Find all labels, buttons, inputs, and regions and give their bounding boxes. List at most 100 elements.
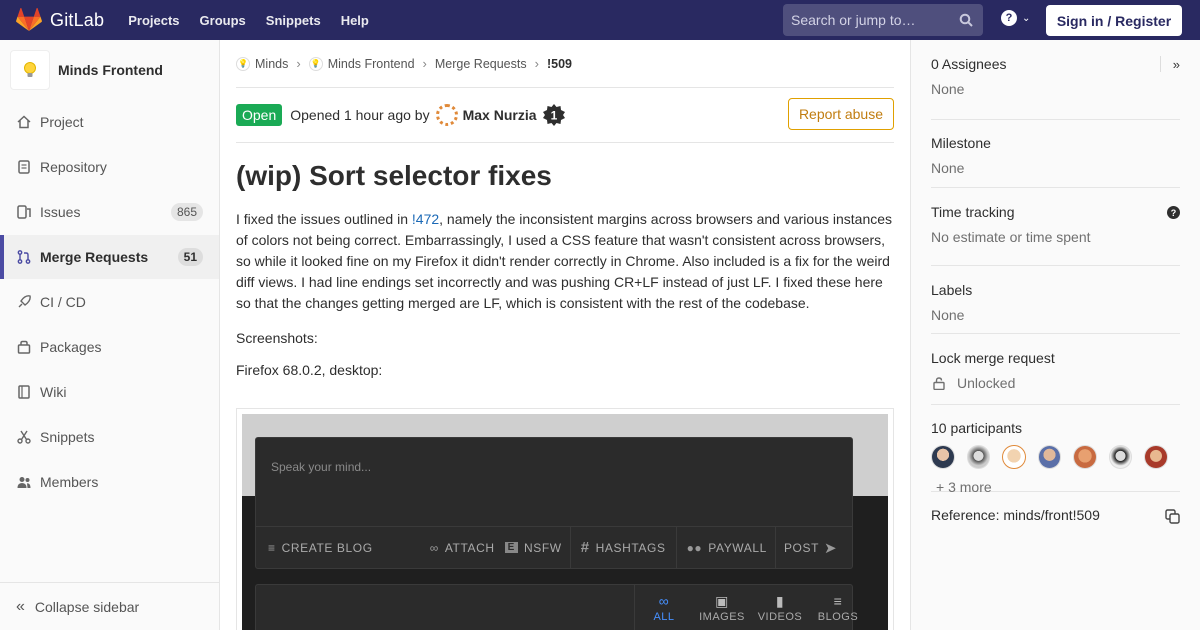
sidebar-item-merge-requests[interactable]: Merge Requests 51 xyxy=(0,235,219,279)
participants-avatars xyxy=(931,445,1180,469)
infinity-icon: ∞ xyxy=(658,593,670,609)
toolbar-divider xyxy=(569,526,571,569)
status-badge: Open xyxy=(236,104,283,126)
search-placeholder: Search or jump to… xyxy=(791,12,916,28)
toolbar-create-blog: ≡ CREATE BLOG xyxy=(268,541,373,555)
toolbar-attach: ∞ ATTACH xyxy=(430,541,495,555)
firefox-label: Firefox 68.0.2, desktop: xyxy=(236,362,383,378)
app-name: GitLab xyxy=(50,9,105,30)
screenshot-composer: Speak your mind... ≡ CREATE BLOG ∞ ATTACH … xyxy=(255,437,853,569)
image-icon: ▣ xyxy=(715,593,729,609)
package-icon xyxy=(16,339,32,355)
project-name: Minds Frontend xyxy=(58,62,163,78)
sidebar-item-label: Packages xyxy=(40,339,102,355)
chevron-right-icon: › xyxy=(534,56,539,71)
search-input[interactable]: Search or jump to… xyxy=(783,4,983,36)
author-avatar[interactable] xyxy=(435,104,458,126)
screenshot-image: Speak your mind... ≡ CREATE BLOG ∞ ATTACH … xyxy=(242,414,888,630)
rocket-icon xyxy=(16,294,32,310)
mr-reference-link[interactable]: !472 xyxy=(412,211,439,227)
question-icon[interactable]: ? xyxy=(1167,206,1180,219)
sidebar-item-wiki[interactable]: Wiki xyxy=(0,370,219,414)
participant-avatar[interactable] xyxy=(1108,445,1133,469)
breadcrumb-item-merge-requests[interactable]: Merge Requests xyxy=(435,57,527,71)
merge-request-icon xyxy=(16,249,32,265)
sidebar-item-project[interactable]: Project xyxy=(0,100,219,144)
project-header[interactable]: Minds Frontend xyxy=(0,40,219,100)
time-tracking-block: Time tracking No estimate or time spent … xyxy=(931,188,1180,266)
lock-status: Unlocked xyxy=(931,375,1180,391)
sidebar-item-repository[interactable]: Repository xyxy=(0,145,219,189)
labels-title: Labels xyxy=(931,282,973,298)
toolbar-paywall: ●● PAYWALL xyxy=(687,541,767,555)
collapse-sidebar-label: Collapse sidebar xyxy=(34,598,140,615)
participant-avatar[interactable] xyxy=(1002,445,1026,469)
feed-tab-label: IMAGES xyxy=(699,611,745,623)
nav-help[interactable]: Help xyxy=(341,13,369,28)
embedded-screenshot[interactable]: Speak your mind... ≡ CREATE BLOG ∞ ATTACH … xyxy=(236,408,894,630)
signin-register-button[interactable]: Sign in / Register xyxy=(1046,5,1182,36)
toolbar-label: ATTACH xyxy=(444,540,495,555)
feed-tab-label: BLOGS xyxy=(817,611,859,623)
gitlab-logo[interactable]: GitLab xyxy=(16,0,128,40)
breadcrumb-item-project[interactable]: 💡 Minds Frontend xyxy=(308,56,415,71)
labels-value: None xyxy=(931,307,965,323)
link-icon: ∞ xyxy=(429,540,439,555)
lightbulb-icon xyxy=(24,62,36,77)
sidebar-item-label: Members xyxy=(40,474,99,490)
top-navbar: GitLab Projects Groups Snippets Help Sea… xyxy=(0,0,1200,40)
help-dropdown[interactable]: ? ⌄ xyxy=(1001,10,1030,26)
copy-icon[interactable] xyxy=(1165,509,1180,524)
tanuki-logo-icon xyxy=(16,8,42,31)
sidebar-item-ci-cd[interactable]: CI / CD xyxy=(0,280,219,324)
page-title: (wip) Sort selector fixes xyxy=(236,160,552,191)
reference-text: Reference: minds/front!509 xyxy=(931,507,1100,523)
collapse-sidebar-button[interactable]: « Collapse sidebar xyxy=(0,582,219,630)
sidebar-item-members[interactable]: Members xyxy=(0,460,219,504)
breadcrumb-item-current[interactable]: !509 xyxy=(547,57,572,71)
feed-tab-label: VIDEOS xyxy=(757,611,803,623)
participant-avatar[interactable] xyxy=(1037,445,1062,469)
breadcrumb-item-minds[interactable]: 💡 Minds xyxy=(236,56,288,71)
sidebar-item-issues[interactable]: Issues 865 xyxy=(0,190,219,234)
participant-avatar[interactable] xyxy=(966,445,991,469)
lock-block: Lock merge request Unlocked xyxy=(931,334,1180,405)
feed-tab-label: ALL xyxy=(653,611,675,623)
people-icon: ●● xyxy=(686,540,703,555)
merge-requests-count-badge: 51 xyxy=(177,248,203,266)
reference-block: Reference: minds/front!509 xyxy=(931,492,1180,544)
author-name[interactable]: Max Nurzia xyxy=(463,107,537,123)
nav-snippets[interactable]: Snippets xyxy=(266,13,321,28)
participant-avatar[interactable] xyxy=(931,445,955,469)
feed-tab-all: ∞ ALL xyxy=(638,585,690,630)
sidebar-item-snippets[interactable]: Snippets xyxy=(0,415,219,459)
report-abuse-button[interactable]: Report abuse xyxy=(787,98,894,130)
toolbar-label: NSFW xyxy=(523,540,562,555)
group-avatar-icon: 💡 xyxy=(236,56,250,71)
sidebar-item-label: Wiki xyxy=(40,384,67,400)
lock-value: Unlocked xyxy=(957,375,1016,391)
toolbar-hashtags: # HASHTAGS xyxy=(581,539,666,556)
chevron-down-icon: ⌄ xyxy=(1022,12,1031,24)
participant-avatar[interactable] xyxy=(1144,445,1169,469)
sidebar-item-label: Merge Requests xyxy=(40,249,149,265)
project-sidebar: Minds Frontend Project Repository Issues… xyxy=(0,40,220,630)
toolbar-label: HASHTAGS xyxy=(595,540,666,555)
home-icon xyxy=(16,114,32,130)
assignees-value: None xyxy=(931,81,965,97)
milestone-value: None xyxy=(931,160,965,176)
book-icon xyxy=(16,384,32,400)
milestone-block: Milestone None xyxy=(931,120,1180,188)
nav-groups[interactable]: Groups xyxy=(200,13,246,28)
composer-toolbar: ≡ CREATE BLOG ∞ ATTACH E NSFW # HASHTAGS ●● P… xyxy=(256,526,852,569)
sidebar-item-packages[interactable]: Packages xyxy=(0,325,219,369)
toolbar-divider xyxy=(774,526,776,569)
toolbar-label: POST xyxy=(783,540,820,555)
feed-tab-images: ▣ IMAGES xyxy=(696,585,748,630)
nav-projects[interactable]: Projects xyxy=(128,13,179,28)
description-text: I fixed the issues outlined in xyxy=(236,211,412,227)
participant-avatar[interactable] xyxy=(1073,445,1097,469)
sidebar-item-label: CI / CD xyxy=(40,294,86,310)
toolbar-label: PAYWALL xyxy=(708,540,767,555)
expand-sidebar-icon[interactable]: » xyxy=(1160,56,1180,72)
